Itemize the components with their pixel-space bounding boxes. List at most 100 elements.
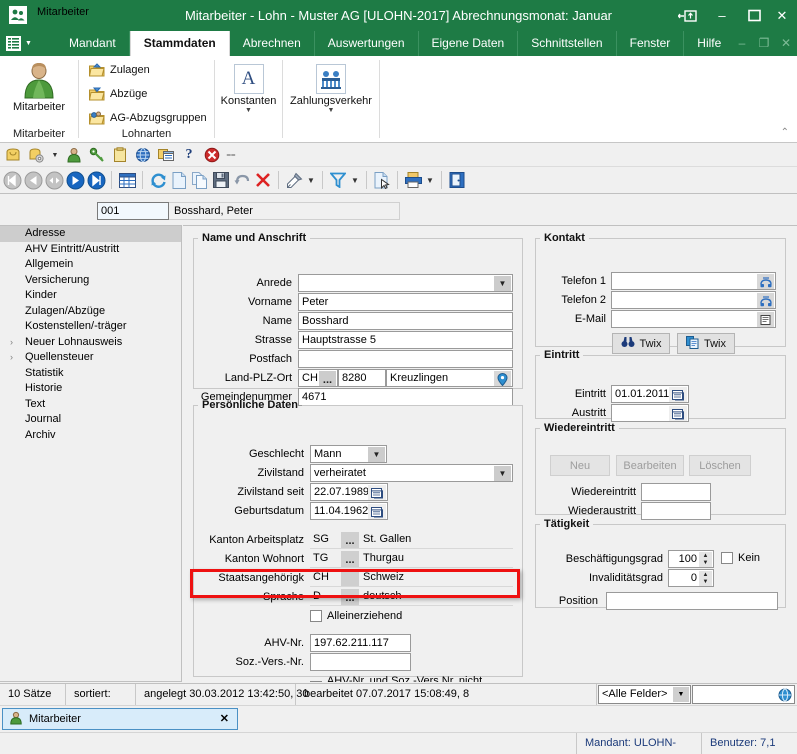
beschaeftigungsgrad-stepper[interactable]: ▲ ▼ — [699, 552, 712, 567]
wiedereintritt-input[interactable] — [641, 483, 711, 501]
eintritt-input[interactable]: 01.01.2011 — [611, 385, 689, 403]
close-icon[interactable]: ✕ — [220, 712, 229, 725]
chevron-down-icon[interactable]: ▼ — [368, 447, 385, 462]
table-view-icon[interactable] — [117, 170, 137, 190]
status-filter-combobox[interactable]: <Alle Felder> ▼ — [598, 685, 691, 704]
tree-item-zulagen-abzuege[interactable]: Zulagen/Abzüge — [0, 304, 181, 320]
geburtsdatum-input[interactable]: 11.04.1962 — [310, 502, 388, 520]
mdi-restore-button[interactable]: ❐ — [757, 35, 771, 51]
kanton-arbeitsplatz-lookup-button[interactable]: ... — [341, 532, 359, 548]
calendar-icon[interactable] — [368, 485, 386, 500]
sprache-code-input[interactable]: D ... — [310, 588, 360, 606]
tree-item-archiv[interactable]: Archiv — [0, 428, 181, 444]
pin-icon[interactable] — [284, 170, 304, 190]
back-icon[interactable] — [44, 170, 64, 190]
alleinerziehend-checkbox[interactable] — [310, 610, 322, 622]
mdi-tab-mitarbeiter[interactable]: Mitarbeiter ✕ — [2, 708, 238, 730]
zivilstand-combobox[interactable]: verheiratet ▼ — [310, 464, 513, 482]
new-icon[interactable] — [169, 170, 189, 190]
alleinerziehend-checkbox-row[interactable]: Alleinerziehend — [310, 610, 402, 622]
globe-icon[interactable] — [133, 145, 153, 165]
spinner-up-icon[interactable]: ▲ — [703, 553, 709, 560]
company-icon[interactable] — [3, 145, 23, 165]
pin-dropdown-icon[interactable]: ▼ — [305, 170, 317, 190]
tree-item-quellensteuer[interactable]: › Quellensteuer — [0, 350, 181, 366]
tree-item-ahv-eintritt-austritt[interactable]: AHV Eintritt/Austritt — [0, 242, 181, 258]
staatsangehoerigkeit-code-input[interactable]: CH — [310, 569, 360, 587]
minimize-button[interactable]: – — [705, 0, 739, 31]
ribbon-button-abzuege[interactable]: Abzüge — [89, 87, 147, 101]
beschaeftigungsgrad-input[interactable]: 100 ▲ ▼ — [668, 550, 714, 568]
invaliditaetsgrad-stepper[interactable]: ▲ ▼ — [699, 571, 712, 586]
kein-checkbox-row[interactable]: Kein — [721, 552, 760, 564]
tree-item-kostenstellen-traeger[interactable]: Kostenstellen/-träger — [0, 319, 181, 335]
mdi-minimize-button[interactable]: – — [735, 35, 749, 51]
ribbon-button-mitarbeiter[interactable]: Mitarbeiter — [0, 60, 78, 113]
chevron-down-icon[interactable]: ▼ — [494, 276, 511, 291]
telefon2-input[interactable] — [611, 291, 776, 309]
chevron-down-icon[interactable]: ▼ — [673, 687, 689, 702]
first-record-icon[interactable] — [2, 170, 22, 190]
menu-item-stammdaten[interactable]: Stammdaten — [129, 31, 230, 56]
postfach-input[interactable] — [298, 350, 513, 368]
status-search-input[interactable] — [692, 685, 795, 704]
mitarbeiter-id-input[interactable]: 001 — [97, 202, 169, 220]
filter-icon[interactable] — [328, 170, 348, 190]
tree-item-journal[interactable]: Journal — [0, 412, 181, 428]
ribbon-collapse-button[interactable]: ⌃ — [781, 127, 789, 138]
zivilstand-seit-input[interactable]: 22.07.1989 — [310, 483, 388, 501]
map-pin-icon[interactable] — [494, 371, 511, 386]
ribbon-button-zulagen[interactable]: Zulagen — [89, 63, 150, 77]
window-list-icon[interactable] — [156, 145, 176, 165]
ahv-unbekannt-checkbox[interactable] — [310, 681, 322, 682]
tree-item-neuer-lohnausweis[interactable]: › Neuer Lohnausweis — [0, 335, 181, 351]
sprache-lookup-button[interactable]: ... — [341, 589, 359, 605]
land-lookup-button[interactable]: ... — [319, 371, 336, 386]
next-record-icon[interactable] — [65, 170, 85, 190]
tree-item-statistik[interactable]: Statistik — [0, 366, 181, 382]
tree-item-adresse[interactable]: Adresse — [0, 226, 181, 242]
filter-dropdown-icon[interactable]: ▼ — [349, 170, 361, 190]
kein-checkbox[interactable] — [721, 552, 733, 564]
undo-icon[interactable] — [232, 170, 252, 190]
chevron-down-icon[interactable]: ▼ — [245, 107, 252, 114]
calendar-icon[interactable] — [669, 387, 687, 402]
tree-item-allgemein[interactable]: Allgemein — [0, 257, 181, 273]
name-input[interactable]: Bosshard — [298, 312, 513, 330]
save-icon[interactable] — [211, 170, 231, 190]
mail-icon[interactable] — [757, 312, 774, 327]
tree-item-historie[interactable]: Historie — [0, 381, 181, 397]
staatsangehoerigkeit-lookup-button[interactable] — [341, 570, 359, 586]
refresh-icon[interactable] — [148, 170, 168, 190]
vorname-input[interactable]: Peter — [298, 293, 513, 311]
previous-record-icon[interactable] — [23, 170, 43, 190]
calendar-icon[interactable] — [368, 504, 386, 519]
ahv-nr-input[interactable]: 197.62.211.117 — [310, 634, 411, 652]
maximize-button[interactable] — [737, 0, 771, 31]
tree-item-versicherung[interactable]: Versicherung — [0, 273, 181, 289]
ort-input[interactable]: Kreuzlingen — [386, 369, 513, 387]
telefon1-input[interactable] — [611, 272, 776, 290]
ahv-unbekannt-checkbox-row[interactable]: AHV-Nr. und Soz.-Vers.Nr. nicht bekannt — [310, 675, 522, 682]
ribbon-button-konstanten[interactable]: A Konstanten ▼ — [215, 64, 282, 114]
strasse-input[interactable]: Hauptstrasse 5 — [298, 331, 513, 349]
tree-item-kinder[interactable]: Kinder — [0, 288, 181, 304]
mdi-close-button[interactable]: ✕ — [779, 35, 793, 51]
exit-icon[interactable] — [447, 170, 467, 190]
phone-icon[interactable] — [757, 274, 774, 289]
employee-icon[interactable] — [64, 145, 84, 165]
chevron-down-icon[interactable]: ▼ — [494, 466, 511, 481]
cancel-icon[interactable] — [202, 145, 222, 165]
close-button[interactable]: ✕ — [767, 0, 797, 31]
chevron-down-icon[interactable]: ▼ — [328, 107, 335, 114]
print-icon[interactable] — [403, 170, 423, 190]
menu-item-fenster[interactable]: Fenster — [617, 31, 685, 56]
print-dropdown-icon[interactable]: ▼ — [424, 170, 436, 190]
wiedereintritt-neu-button[interactable]: Neu — [550, 455, 610, 476]
last-record-icon[interactable] — [86, 170, 106, 190]
austritt-input[interactable] — [611, 404, 689, 422]
invaliditaetsgrad-input[interactable]: 0 ▲ ▼ — [668, 569, 714, 587]
chevron-right-icon[interactable]: › — [10, 335, 13, 351]
navigation-tree[interactable]: Adresse AHV Eintritt/Austritt Allgemein … — [0, 225, 182, 682]
email-input[interactable] — [611, 310, 776, 328]
